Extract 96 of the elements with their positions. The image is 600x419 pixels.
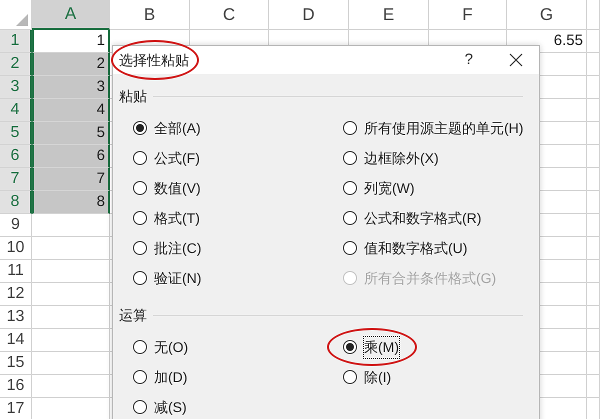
option-label[interactable]: 批注(C) bbox=[154, 238, 202, 258]
empty-cell[interactable] bbox=[587, 237, 600, 260]
row-header[interactable]: 16 bbox=[0, 375, 32, 398]
radio-button[interactable] bbox=[133, 151, 147, 165]
select-all-icon[interactable] bbox=[16, 14, 28, 26]
empty-cell[interactable] bbox=[32, 283, 110, 306]
empty-cell[interactable] bbox=[587, 214, 600, 237]
radio-button[interactable] bbox=[343, 121, 357, 135]
table-cell[interactable]: 1 bbox=[32, 30, 110, 53]
close-button[interactable] bbox=[509, 53, 523, 67]
row-header[interactable]: 3 bbox=[0, 76, 32, 99]
column-header[interactable]: D bbox=[269, 0, 349, 30]
row-header[interactable]: 5 bbox=[0, 122, 32, 145]
option-label: 所有合并条件格式(G) bbox=[364, 268, 496, 288]
radio-button[interactable] bbox=[343, 211, 357, 225]
radio-button[interactable] bbox=[133, 340, 147, 354]
empty-cell[interactable] bbox=[587, 76, 600, 99]
empty-cell[interactable] bbox=[32, 306, 110, 329]
radio-button[interactable] bbox=[133, 400, 147, 414]
section-label: 运算 bbox=[119, 306, 147, 325]
radio-button[interactable] bbox=[133, 241, 147, 255]
row-header[interactable]: 8 bbox=[0, 191, 32, 214]
empty-cell[interactable] bbox=[587, 122, 600, 145]
column-header[interactable]: B bbox=[110, 0, 190, 30]
table-cell[interactable]: 3 bbox=[32, 76, 110, 99]
empty-cell[interactable] bbox=[587, 283, 600, 306]
option-label[interactable]: 验证(N) bbox=[154, 268, 202, 288]
row-header[interactable]: 1 bbox=[0, 30, 32, 53]
radio-button[interactable] bbox=[133, 121, 147, 135]
empty-cell[interactable] bbox=[587, 168, 600, 191]
empty-cell[interactable] bbox=[32, 214, 110, 237]
column-header[interactable]: A bbox=[32, 0, 110, 30]
row-header[interactable]: 11 bbox=[0, 260, 32, 283]
radio-button[interactable] bbox=[343, 340, 357, 354]
table-cell[interactable]: 5 bbox=[32, 122, 110, 145]
empty-cell[interactable] bbox=[32, 329, 110, 352]
section-label: 粘贴 bbox=[119, 87, 147, 106]
empty-cell[interactable] bbox=[587, 329, 600, 352]
row-header[interactable]: 7 bbox=[0, 168, 32, 191]
option-label[interactable]: 所有使用源主题的单元(H) bbox=[364, 118, 524, 138]
row-header[interactable]: 10 bbox=[0, 237, 32, 260]
empty-cell[interactable] bbox=[587, 99, 600, 122]
empty-cell[interactable] bbox=[587, 375, 600, 398]
table-cell[interactable]: 2 bbox=[32, 53, 110, 76]
column-header[interactable]: E bbox=[349, 0, 429, 30]
empty-cell[interactable] bbox=[587, 145, 600, 168]
row-header[interactable]: 9 bbox=[0, 214, 32, 237]
table-cell[interactable]: 6 bbox=[32, 145, 110, 168]
option-label[interactable]: 格式(T) bbox=[154, 208, 200, 228]
row-header[interactable]: 4 bbox=[0, 99, 32, 122]
help-button[interactable]: ? bbox=[464, 48, 473, 72]
empty-cell[interactable] bbox=[32, 352, 110, 375]
option-label[interactable]: 加(D) bbox=[154, 366, 188, 388]
radio-button[interactable] bbox=[133, 271, 147, 285]
option-label[interactable]: 值和数字格式(U) bbox=[364, 238, 468, 258]
table-cell[interactable]: 8 bbox=[32, 191, 110, 214]
radio-button[interactable] bbox=[133, 181, 147, 195]
row-header[interactable]: 2 bbox=[0, 53, 32, 76]
table-cell[interactable]: 4 bbox=[32, 99, 110, 122]
row-header[interactable]: 15 bbox=[0, 352, 32, 375]
radio-button[interactable] bbox=[133, 211, 147, 225]
option-label[interactable]: 边框除外(X) bbox=[364, 148, 439, 168]
empty-cell[interactable] bbox=[587, 30, 600, 53]
option-label[interactable]: 减(S) bbox=[154, 396, 187, 418]
column-header[interactable]: G bbox=[507, 0, 587, 30]
option-label[interactable]: 无(O) bbox=[154, 336, 188, 358]
option-label[interactable]: 数值(V) bbox=[154, 178, 201, 198]
radio-button[interactable] bbox=[133, 370, 147, 384]
row-header[interactable]: 14 bbox=[0, 329, 32, 352]
option-label[interactable]: 公式和数字格式(R) bbox=[364, 208, 482, 228]
empty-cell[interactable] bbox=[32, 260, 110, 283]
table-cell[interactable]: 7 bbox=[32, 168, 110, 191]
option-label[interactable]: 列宽(W) bbox=[364, 178, 415, 198]
radio-button[interactable] bbox=[343, 151, 357, 165]
radio-button[interactable] bbox=[343, 181, 357, 195]
empty-cell[interactable] bbox=[32, 237, 110, 260]
radio-button[interactable] bbox=[343, 370, 357, 384]
row-header[interactable]: 12 bbox=[0, 283, 32, 306]
row-header[interactable]: 17 bbox=[0, 398, 32, 419]
option-label[interactable]: 公式(F) bbox=[154, 148, 200, 168]
empty-cell[interactable] bbox=[587, 191, 600, 214]
empty-cell[interactable] bbox=[587, 53, 600, 76]
empty-cell[interactable] bbox=[587, 306, 600, 329]
empty-cell[interactable] bbox=[32, 375, 110, 398]
column-header[interactable]: C bbox=[190, 0, 269, 30]
empty-cell[interactable] bbox=[587, 0, 600, 30]
empty-cell[interactable] bbox=[587, 260, 600, 283]
row-header[interactable]: 13 bbox=[0, 306, 32, 329]
option-label[interactable]: 全部(A) bbox=[154, 118, 201, 138]
option-label[interactable]: 乘(M) bbox=[364, 336, 399, 358]
row-header[interactable]: 6 bbox=[0, 145, 32, 168]
empty-cell[interactable] bbox=[587, 352, 600, 375]
column-header[interactable]: F bbox=[429, 0, 507, 30]
dialog-title: 选择性粘贴 bbox=[119, 50, 189, 70]
radio-button[interactable] bbox=[343, 241, 357, 255]
option-label[interactable]: 除(I) bbox=[364, 366, 392, 388]
